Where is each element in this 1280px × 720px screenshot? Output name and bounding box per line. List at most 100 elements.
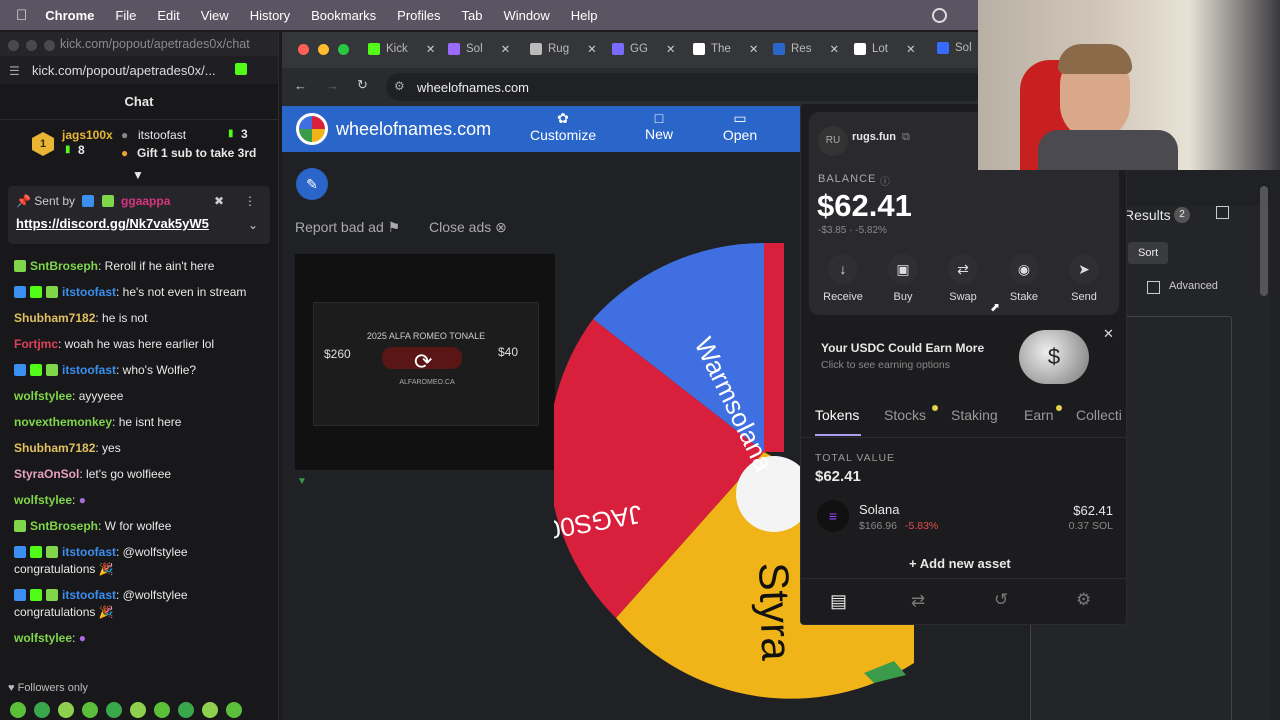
close-tab-icon[interactable]: ✕ bbox=[501, 42, 511, 56]
chat-username[interactable]: Shubham7182 bbox=[14, 311, 95, 325]
second-gifter-name[interactable]: itstoofast bbox=[138, 128, 186, 142]
token-row-solana[interactable]: ≡ Solana $166.96 -5.83% $62.41 0.37 SOL bbox=[811, 498, 1117, 538]
tab-earn[interactable]: Earn bbox=[1024, 407, 1054, 423]
apple-icon[interactable]:  bbox=[16, 7, 27, 24]
emote-icon[interactable] bbox=[34, 702, 50, 718]
zoom-window-button[interactable] bbox=[44, 40, 55, 51]
site-info-icon[interactable]: ⚙ bbox=[394, 79, 405, 93]
emote-icon[interactable] bbox=[130, 702, 146, 718]
menu-bookmarks[interactable]: Bookmarks bbox=[311, 8, 376, 23]
brand-name[interactable]: wheelofnames.com bbox=[336, 119, 491, 140]
emote-icon[interactable] bbox=[10, 702, 26, 718]
open-button[interactable]: ▭ Open bbox=[712, 110, 768, 143]
tab-stocks[interactable]: Stocks bbox=[884, 407, 926, 423]
chat-username[interactable]: wolfstylee bbox=[14, 493, 72, 507]
info-icon[interactable]: ⓘ bbox=[880, 173, 890, 188]
chat-username[interactable]: Fortjmc bbox=[14, 337, 58, 351]
minimize-window-button[interactable] bbox=[26, 40, 37, 51]
tab-tokens[interactable]: Tokens bbox=[815, 407, 859, 423]
gifter-name[interactable]: jags100x bbox=[62, 128, 113, 142]
browser-tab[interactable]: Sol ✕ bbox=[448, 42, 510, 56]
page-scrollbar[interactable] bbox=[1260, 186, 1268, 296]
emote-icon[interactable] bbox=[82, 702, 98, 718]
close-ads-link[interactable]: Close ads ⊗ bbox=[429, 219, 507, 236]
ad-banner[interactable]: 2025 ALFA ROMEO TONALE $260 $40 ⟳ ALFARO… bbox=[295, 254, 555, 470]
chat-username[interactable]: wolfstylee bbox=[14, 631, 72, 645]
browser-tab[interactable]: Kick ✕ bbox=[368, 42, 435, 56]
menu-edit[interactable]: Edit bbox=[157, 8, 179, 23]
buy-button[interactable]: ▣ Buy bbox=[878, 254, 928, 303]
chat-username[interactable]: SntBroseph bbox=[30, 259, 98, 273]
menu-view[interactable]: View bbox=[201, 8, 229, 23]
emote-icon[interactable] bbox=[202, 702, 218, 718]
emote-icon[interactable] bbox=[226, 702, 242, 718]
receive-button[interactable]: ↓ Receive bbox=[818, 254, 868, 303]
pin-icon[interactable]: ✖ bbox=[214, 194, 224, 208]
forward-icon[interactable]: → bbox=[326, 78, 339, 93]
history-icon[interactable]: ↺ bbox=[994, 590, 1008, 610]
more-icon[interactable]: ⋮ bbox=[244, 194, 256, 208]
copy-icon[interactable]: ⧉ bbox=[902, 131, 910, 144]
pinned-sender[interactable]: ggaappa bbox=[121, 194, 170, 208]
close-tab-icon[interactable]: ✕ bbox=[749, 42, 759, 56]
emote-icon[interactable] bbox=[154, 702, 170, 718]
menu-help[interactable]: Help bbox=[571, 8, 598, 23]
browser-tab[interactable]: GG ✕ bbox=[612, 42, 676, 56]
add-asset-button[interactable]: + Add new asset bbox=[909, 556, 1011, 571]
browser-tab[interactable]: Lot ✕ bbox=[854, 42, 916, 56]
ad-choices-icon[interactable]: ▼ bbox=[297, 476, 307, 487]
browser-tab[interactable]: Sol bbox=[937, 42, 972, 54]
zoom-browser-button[interactable] bbox=[338, 44, 349, 55]
gift-sub-text[interactable]: Gift 1 sub to take 3rd bbox=[137, 146, 256, 160]
chat-username[interactable]: novexthemonkey bbox=[14, 415, 112, 429]
menu-app-name[interactable]: Chrome bbox=[45, 8, 94, 23]
wheel-logo-icon[interactable] bbox=[296, 113, 328, 145]
chat-username[interactable]: itstoofast bbox=[62, 363, 116, 377]
customize-button[interactable]: ✿ Customize bbox=[530, 110, 596, 143]
chat-username[interactable]: itstoofast bbox=[62, 588, 116, 602]
close-icon[interactable]: ✕ bbox=[1103, 326, 1114, 342]
chat-username[interactable]: StyraOnSol bbox=[14, 467, 79, 481]
menu-history[interactable]: History bbox=[250, 8, 290, 23]
stake-button[interactable]: ◉ Stake bbox=[999, 254, 1049, 303]
close-browser-button[interactable] bbox=[298, 44, 309, 55]
emote-icon[interactable] bbox=[178, 702, 194, 718]
close-tab-icon[interactable]: ✕ bbox=[666, 42, 676, 56]
wallet-icon[interactable]: ▤ bbox=[830, 591, 847, 612]
edit-icon[interactable]: ✎ bbox=[296, 168, 328, 200]
close-window-button[interactable] bbox=[8, 40, 19, 51]
tab-staking[interactable]: Staking bbox=[951, 407, 998, 423]
close-tab-icon[interactable]: ✕ bbox=[906, 42, 916, 56]
tab-collectibles[interactable]: Collecti bbox=[1076, 407, 1122, 423]
control-center-icon[interactable] bbox=[932, 8, 947, 23]
minimize-browser-button[interactable] bbox=[318, 44, 329, 55]
close-tab-icon[interactable]: ✕ bbox=[587, 42, 597, 56]
swap-nav-icon[interactable]: ⇄ bbox=[911, 591, 925, 611]
swap-button[interactable]: ⇄ Swap bbox=[938, 254, 988, 303]
send-button[interactable]: ➤ Send bbox=[1059, 254, 1109, 303]
account-avatar[interactable]: RU bbox=[818, 126, 848, 156]
chevron-down-icon[interactable]: ⌄ bbox=[248, 218, 258, 232]
results-tab[interactable]: Results bbox=[1124, 207, 1171, 223]
emote-icon[interactable] bbox=[58, 702, 74, 718]
back-icon[interactable]: ← bbox=[294, 78, 307, 93]
account-name[interactable]: rugs.fun bbox=[852, 131, 896, 143]
close-tab-icon[interactable]: ✕ bbox=[829, 42, 839, 56]
hide-checkbox[interactable] bbox=[1216, 206, 1229, 219]
reload-icon[interactable]: ↻ bbox=[357, 77, 368, 93]
browser-tab[interactable]: Rug ✕ bbox=[530, 42, 597, 56]
browser-tab[interactable]: The ✕ bbox=[693, 42, 758, 56]
advanced-checkbox[interactable] bbox=[1147, 281, 1160, 294]
address-bar[interactable]: ⚙ wheelofnames.com bbox=[386, 73, 986, 101]
chat-username[interactable]: wolfstylee bbox=[14, 389, 72, 403]
close-tab-icon[interactable]: ✕ bbox=[426, 42, 436, 56]
new-button[interactable]: □ New bbox=[632, 110, 686, 142]
menu-profiles[interactable]: Profiles bbox=[397, 8, 440, 23]
promo-banner[interactable]: Your USDC Could Earn More Click to see e… bbox=[811, 326, 1115, 388]
browser-tab[interactable]: Res ✕ bbox=[773, 42, 839, 56]
menu-file[interactable]: File bbox=[115, 8, 136, 23]
pinned-link[interactable]: https://discord.gg/Nk7vak5yW5 bbox=[16, 216, 262, 231]
menu-window[interactable]: Window bbox=[504, 8, 550, 23]
collapse-icon[interactable]: ▼ bbox=[132, 168, 144, 182]
menu-tab[interactable]: Tab bbox=[462, 8, 483, 23]
